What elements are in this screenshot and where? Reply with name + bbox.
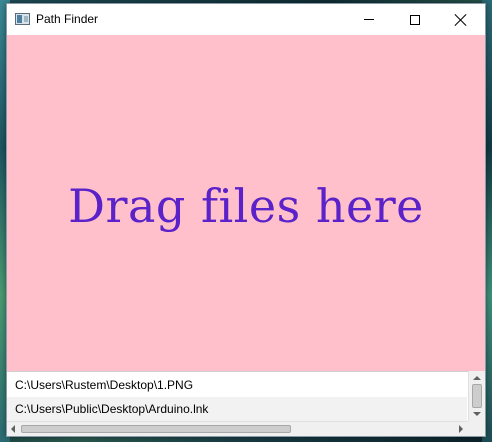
vertical-scroll-thumb[interactable] (472, 384, 482, 408)
scroll-left-arrow-icon[interactable] (11, 425, 15, 433)
vertical-scrollbar[interactable] (468, 371, 485, 421)
scrollbar-corner (468, 421, 485, 436)
horizontal-scrollbar[interactable] (7, 421, 468, 436)
list-item[interactable]: C:\Users\Rustem\Desktop\1.PNG (7, 373, 467, 397)
maximize-icon (410, 14, 420, 25)
file-drop-zone[interactable]: Drag files here (7, 35, 485, 371)
drop-zone-label: Drag files here (68, 179, 424, 233)
window-app-icon[interactable] (15, 13, 30, 25)
minimize-icon (364, 19, 374, 20)
close-icon (455, 14, 467, 26)
path-finder-window: Path Finder Drag files here C:\Users\Rus… (6, 3, 486, 437)
scroll-up-arrow-icon[interactable] (473, 376, 481, 380)
scroll-down-arrow-icon[interactable] (473, 412, 481, 416)
file-path-list[interactable]: C:\Users\Rustem\Desktop\1.PNG C:\Users\P… (7, 371, 485, 421)
title-bar[interactable]: Path Finder (7, 4, 485, 35)
window-title: Path Finder (36, 12, 99, 26)
close-button[interactable] (438, 4, 484, 35)
horizontal-scroll-thumb[interactable] (21, 425, 291, 433)
list-item[interactable]: C:\Users\Public\Desktop\Arduino.lnk (7, 397, 467, 421)
minimize-button[interactable] (346, 4, 392, 35)
maximize-button[interactable] (392, 4, 438, 35)
scroll-right-arrow-icon[interactable] (459, 425, 463, 433)
